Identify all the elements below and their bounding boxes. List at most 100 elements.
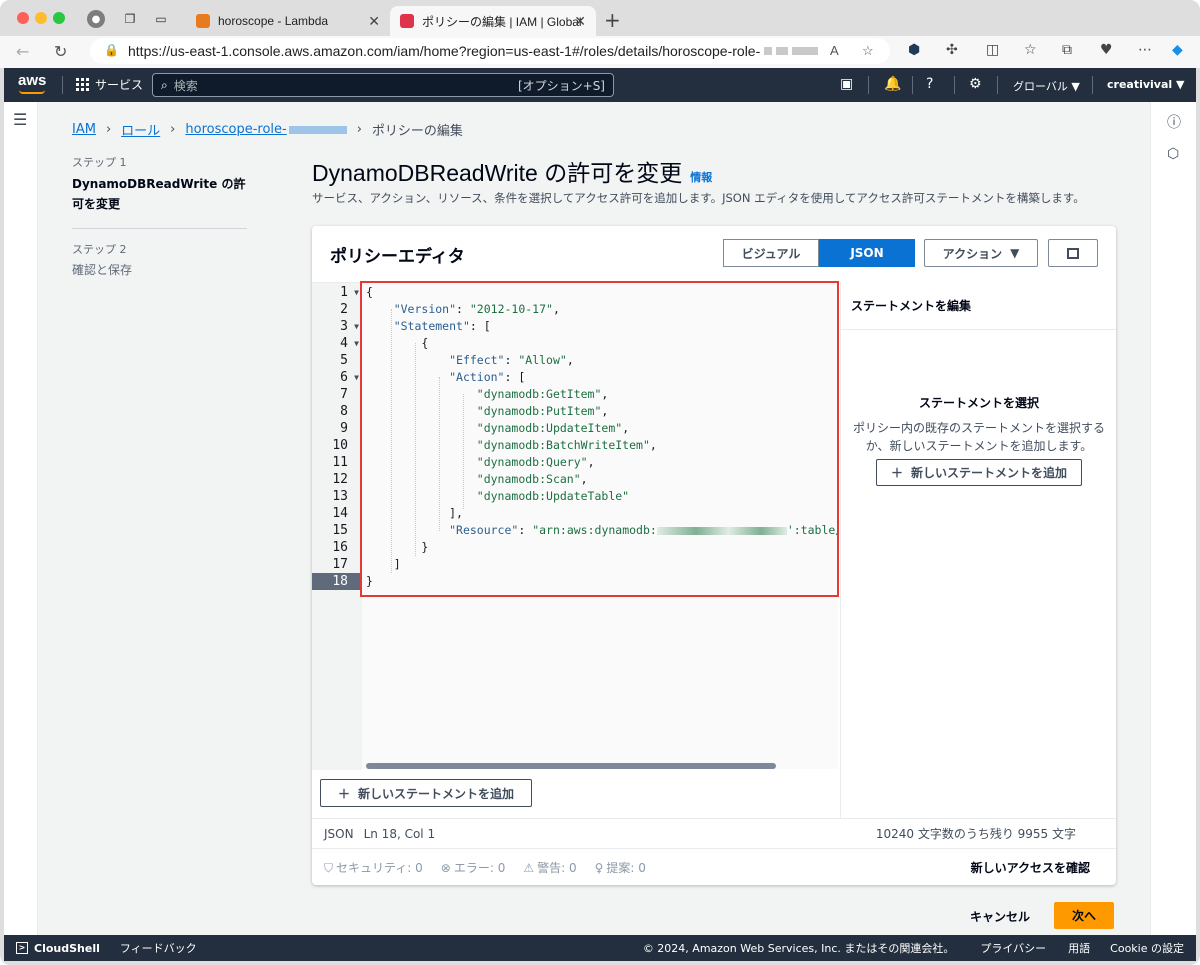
aws-logo[interactable]: aws (18, 72, 46, 89)
reader-mode-icon[interactable]: A (830, 43, 839, 58)
tab-bar: ● ❐ ▭ horoscope - Lambda ✕ ポリシーの編集 | IAM… (0, 0, 1200, 36)
line-number-gutter: 1 ▼ 2 3 ▼ 4 ▼ 5 6 ▼ 7 8 9 10 11 12 13 14 15 … (312, 283, 362, 770)
json-mode-button[interactable]: JSON (819, 239, 915, 267)
terms-link[interactable]: 用語 (1068, 940, 1090, 956)
profile-icon[interactable]: ● (87, 10, 105, 28)
fullscreen-button[interactable] (1048, 239, 1098, 267)
info-icon[interactable]: ⓘ (1167, 112, 1181, 132)
redacted (288, 125, 347, 134)
chevron-right-icon: › (356, 122, 362, 137)
services-menu[interactable]: サービス (76, 76, 143, 93)
cookie-settings-link[interactable]: Cookie の設定 (1110, 940, 1184, 956)
step-1-title: DynamoDBReadWrite の許可を変更 (72, 177, 246, 211)
page-title: DynamoDBReadWrite の許可を変更 (312, 160, 683, 186)
breadcrumb-role[interactable]: horoscope-role- (185, 122, 286, 137)
step-2-label: ステップ 2 (72, 243, 127, 256)
redacted (792, 47, 819, 55)
code-line: "dynamodb:BatchWriteItem", (476, 438, 657, 452)
line-number-current: 18 (312, 573, 362, 590)
horizontal-scrollbar[interactable] (366, 763, 776, 769)
extensions-icon[interactable]: ✣ (946, 42, 958, 58)
visual-mode-button[interactable]: ビジュアル (723, 239, 819, 267)
add-statement-button[interactable]: ＋ 新しいステートメントを追加 (320, 779, 532, 807)
breadcrumb: IAM › ロール › horoscope-role- › ポリシーの編集 (72, 120, 463, 139)
validation-bar: ⛉ セキュリティ: 0 ⊗ エラー: 0 ⚠ 警告: 0 ♀ 提案: 0 新しいアクセス… (312, 848, 1116, 885)
code-area[interactable]: { "Version": "2012-10-17", "Statement": … (362, 283, 838, 770)
close-window-button[interactable] (17, 12, 29, 24)
new-tab-button[interactable]: + (604, 8, 621, 32)
split-screen-icon[interactable]: ◫ (986, 42, 999, 58)
tab-actions-icon[interactable]: ▭ (152, 10, 170, 28)
help-icon[interactable]: ? (926, 76, 933, 92)
line-number: 8 (340, 404, 348, 419)
side-add-statement-button[interactable]: ＋ 新しいステートメントを追加 (875, 459, 1083, 486)
copilot-icon[interactable]: ◆ (1172, 42, 1183, 58)
url-bar[interactable]: 🔒 https://us-east-1.console.aws.amazon.c… (90, 38, 890, 64)
health-icon[interactable]: ♥ (1100, 42, 1113, 58)
line-number: 13 (332, 489, 348, 504)
notifications-icon[interactable]: 🔔 (884, 76, 901, 92)
line-number: 4 ▼ (340, 336, 359, 351)
error-findings[interactable]: ⊗ エラー: 0 (441, 859, 506, 876)
cloudshell-icon[interactable]: ▣ (840, 76, 853, 92)
maximize-window-button[interactable] (53, 12, 65, 24)
collections-icon[interactable]: ⧉ (1062, 42, 1072, 58)
more-icon[interactable]: ⋯ (1138, 42, 1152, 58)
breadcrumb-roles[interactable]: ロール (121, 120, 160, 139)
account-menu[interactable]: creativival ▼ (1107, 78, 1184, 91)
iam-icon (400, 14, 414, 28)
cancel-button[interactable]: キャンセル (970, 908, 1030, 925)
next-button[interactable]: 次へ (1054, 902, 1114, 929)
code-line: "Version": "2012-10-17", (393, 302, 560, 316)
code-line: "dynamodb:Scan", (476, 472, 588, 486)
side-panel-header: ステートメントを編集 (841, 282, 1116, 330)
minimize-window-button[interactable] (35, 12, 47, 24)
security-findings[interactable]: ⛉ セキュリティ: 0 (324, 859, 423, 876)
actions-dropdown[interactable]: アクション ▼ (924, 239, 1038, 267)
favorite-star-icon[interactable]: ☆ (862, 43, 874, 59)
breadcrumb-current: ポリシーの編集 (371, 124, 463, 139)
settings-icon[interactable]: ⚙ (969, 76, 982, 92)
aws-console-header: aws サービス ⌕ 検索 [オプション+S] ▣ 🔔 ? ⚙ グローバル ▼ … (4, 68, 1196, 102)
line-number: 16 (332, 540, 348, 555)
info-link[interactable]: 情報 (690, 169, 712, 185)
feedback-hex-icon[interactable]: ⬡ (1167, 146, 1179, 162)
search-placeholder: 検索 (173, 78, 198, 93)
close-tab-icon[interactable]: ✕ (368, 13, 380, 30)
right-rail: ⓘ ⬡ (1150, 102, 1196, 935)
warning-findings[interactable]: ⚠ 警告: 0 (523, 859, 576, 876)
fold-icon: ▼ (354, 288, 359, 297)
suggestion-findings[interactable]: ♀ 提案: 0 (595, 859, 646, 876)
console-footer: > CloudShell フィードバック © 2024, Amazon Web S… (4, 935, 1196, 961)
code-line: "Action": [ (449, 370, 526, 384)
privacy-link[interactable]: プライバシー (980, 940, 1046, 956)
line-number: 9 (340, 421, 348, 436)
error-circle-icon: ⊗ (440, 860, 451, 875)
line-number: 17 (332, 557, 348, 572)
console-search[interactable]: ⌕ 検索 [オプション+S] (152, 73, 614, 97)
region-selector[interactable]: グローバル ▼ (1013, 78, 1080, 94)
feedback-link[interactable]: フィードバック (120, 940, 197, 956)
back-icon[interactable]: ← (16, 42, 29, 61)
line-number: 7 (340, 387, 348, 402)
left-rail: ☰ (4, 102, 38, 935)
redacted (764, 47, 773, 55)
code-line: "dynamodb:UpdateTable" (476, 489, 630, 503)
fullscreen-icon (1067, 247, 1079, 259)
step-2-title[interactable]: 確認と保存 (72, 261, 247, 278)
confirm-new-access-link[interactable]: 新しいアクセスを確認 (971, 859, 1090, 876)
cloudshell-button[interactable]: > CloudShell (16, 942, 100, 955)
extension-shield-icon[interactable]: ⬢ (908, 42, 920, 58)
menu-icon[interactable]: ☰ (13, 110, 27, 129)
editor-status-bar: JSON Ln 18, Col 1 10240 文字数のうち残り 9955 文字 (312, 818, 1116, 848)
breadcrumb-iam[interactable]: IAM (72, 122, 96, 137)
collections-icon[interactable]: ❐ (121, 10, 139, 28)
tab-lambda[interactable]: horoscope - Lambda ✕ (186, 6, 390, 36)
json-editor[interactable]: 1 ▼ 2 3 ▼ 4 ▼ 5 6 ▼ 7 8 9 10 11 12 13 14 15 … (312, 281, 839, 770)
reload-icon[interactable]: ↻ (54, 42, 67, 61)
close-tab-icon[interactable]: ✕ (574, 13, 586, 30)
code-line: "Resource": "arn:aws:dynamodb:':table/H (449, 523, 838, 537)
services-label: サービス (95, 78, 144, 92)
favorites-icon[interactable]: ☆ (1024, 42, 1037, 58)
tab-iam-policy[interactable]: ポリシーの編集 | IAM | Global ✕ (390, 6, 596, 36)
